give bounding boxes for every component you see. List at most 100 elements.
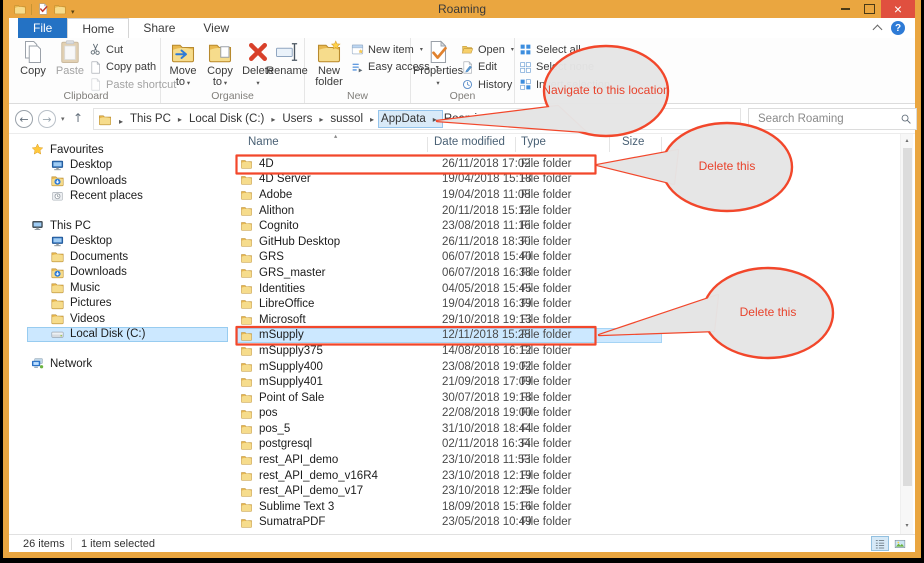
column-header-type[interactable]: Type <box>521 136 616 152</box>
file-row[interactable]: Point of Sale 30/07/2018 19:18 File fold… <box>237 390 662 406</box>
forward-button[interactable] <box>38 110 56 128</box>
file-row[interactable]: Alithon 20/11/2018 15:12 File folder <box>237 203 662 219</box>
paste-button[interactable]: Paste <box>51 40 89 90</box>
details-view-button[interactable] <box>871 536 889 551</box>
file-row[interactable]: pos 22/08/2018 19:00 File folder <box>237 406 662 422</box>
file-row[interactable]: Microsoft 29/10/2018 19:13 File folder <box>237 312 662 328</box>
sidebar-item[interactable]: Downloads <box>9 265 232 281</box>
sidebar-item[interactable]: Music <box>9 280 232 296</box>
items-count: 26 items <box>23 538 65 550</box>
copy-to-button[interactable]: Copy to <box>202 40 238 90</box>
file-rows: 4D 26/11/2018 17:02 File folder 4D Serve… <box>237 156 662 534</box>
sidebar-item-icon <box>51 174 64 187</box>
sidebar-item-icon <box>51 281 64 294</box>
close-button[interactable] <box>881 0 915 18</box>
rename-button[interactable]: Rename <box>267 40 307 90</box>
maximize-button[interactable] <box>857 0 881 18</box>
open-button[interactable]: Open <box>461 43 514 56</box>
ribbon-group-new: New folder New item Easy access New <box>305 38 411 103</box>
breadcrumb-item[interactable]: sussol <box>328 111 379 127</box>
vertical-scrollbar[interactable] <box>900 134 913 534</box>
properties-button[interactable]: Properties <box>417 40 459 90</box>
file-row[interactable]: Adobe 19/04/2018 11:08 File folder <box>237 187 662 203</box>
file-row[interactable]: pos_5 31/10/2018 18:44 File folder <box>237 421 662 437</box>
column-header-size[interactable]: Size <box>616 136 662 152</box>
sidebar-item[interactable] <box>9 342 232 356</box>
move-to-icon <box>170 40 196 64</box>
navigation-pane: Favourites Desktop Downloads Recent plac… <box>9 134 232 534</box>
breadcrumb-item[interactable]: This PC <box>128 111 187 127</box>
sidebar-item[interactable]: Downloads <box>9 173 232 189</box>
sidebar-item[interactable]: Network <box>9 356 232 372</box>
file-row[interactable]: 4D 26/11/2018 17:02 File folder <box>237 156 662 172</box>
chevron-right-icon <box>266 113 280 125</box>
help-icon[interactable] <box>891 21 905 35</box>
file-row[interactable]: Sublime Text 3 18/09/2018 15:16 File fol… <box>237 499 662 515</box>
invert-selection-button[interactable]: Invert selection <box>519 78 610 91</box>
breadcrumb-item[interactable]: Users <box>280 111 328 127</box>
explorer-window: Roaming File Home Share <box>3 0 921 558</box>
search-icon[interactable] <box>900 113 912 125</box>
sidebar-item[interactable]: Documents <box>9 249 232 265</box>
group-label-new: New <box>305 90 410 102</box>
column-header-date-modified[interactable]: Date modified <box>434 136 521 152</box>
sidebar-item[interactable]: Desktop <box>9 234 232 250</box>
breadcrumb-item[interactable]: Roaming <box>442 111 506 127</box>
sidebar-item[interactable]: Desktop <box>9 158 232 174</box>
sidebar-item[interactable]: Recent places <box>9 189 232 205</box>
sidebar-item[interactable]: Local Disk (C:) <box>9 327 232 343</box>
file-row[interactable]: SumatraPDF 23/05/2018 10:49 File folder <box>237 515 662 531</box>
thumbnail-view-button[interactable] <box>891 536 909 551</box>
folder-icon <box>240 174 253 186</box>
file-row[interactable]: LibreOffice 19/04/2018 16:39 File folder <box>237 296 662 312</box>
file-row[interactable]: mSupply375 14/08/2018 16:12 File folder <box>237 343 662 359</box>
ribbon-tab[interactable]: Share <box>129 18 189 38</box>
minimize-button[interactable] <box>833 0 857 18</box>
file-row[interactable]: mSupply 12/11/2018 15:28 File folder <box>237 328 662 344</box>
status-bar: 26 items 1 item selected <box>9 534 915 552</box>
select-all-button[interactable]: Select all <box>519 43 610 56</box>
chevron-right-icon <box>314 113 328 125</box>
file-row[interactable]: rest_API_demo 23/10/2018 11:53 File fold… <box>237 452 662 468</box>
file-row[interactable]: 4D Server 19/04/2018 15:18 File folder <box>237 172 662 188</box>
ribbon-tab[interactable]: View <box>189 18 243 38</box>
sidebar-item[interactable]: Favourites <box>9 142 232 158</box>
copy-button[interactable]: Copy <box>14 40 52 90</box>
sidebar-item[interactable]: Videos <box>9 311 232 327</box>
scroll-up-icon[interactable] <box>901 134 913 147</box>
file-row[interactable]: postgresql 02/11/2018 16:34 File folder <box>237 437 662 453</box>
recent-locations-dropdown-icon[interactable] <box>61 116 65 123</box>
scroll-down-icon[interactable] <box>901 519 913 532</box>
breadcrumb[interactable]: This PC Local Disk (C:) Users su <box>93 108 741 130</box>
up-button[interactable] <box>73 112 83 124</box>
file-row[interactable]: rest_API_demo_v17 23/10/2018 12:25 File … <box>237 483 662 499</box>
file-row[interactable]: Identities 04/05/2018 15:45 File folder <box>237 281 662 297</box>
file-row[interactable]: GRS_master 06/07/2018 16:38 File folder <box>237 265 662 281</box>
sidebar-item[interactable]: This PC <box>9 218 232 234</box>
properties-icon <box>425 40 451 64</box>
file-row[interactable]: GitHub Desktop 26/11/2018 18:30 File fol… <box>237 234 662 250</box>
new-folder-icon <box>316 40 342 64</box>
select-none-icon <box>519 61 532 74</box>
breadcrumb-item[interactable]: Local Disk (C:) <box>187 111 280 127</box>
edit-button[interactable]: Edit <box>461 61 514 74</box>
scrollbar-thumb[interactable] <box>903 148 912 486</box>
select-none-button[interactable]: Select none <box>519 61 610 74</box>
move-to-button[interactable]: Move to <box>165 40 201 90</box>
collapse-ribbon-icon[interactable] <box>873 25 883 35</box>
ribbon-tab[interactable]: File <box>18 18 67 38</box>
file-row[interactable]: Cognito 23/08/2018 11:16 File folder <box>237 218 662 234</box>
file-row[interactable]: mSupply401 21/09/2018 17:09 File folder <box>237 374 662 390</box>
back-button[interactable] <box>15 110 33 128</box>
breadcrumb-item[interactable]: AppData <box>379 111 442 127</box>
file-row[interactable]: rest_API_demo_v16R4 23/10/2018 12:19 Fil… <box>237 468 662 484</box>
sidebar-item[interactable]: Pictures <box>9 296 232 312</box>
file-row[interactable]: GRS 06/07/2018 15:40 File folder <box>237 250 662 266</box>
folder-icon <box>240 423 253 435</box>
ribbon-tab[interactable]: Home <box>67 18 129 38</box>
search-input[interactable] <box>756 112 900 126</box>
sidebar-item[interactable] <box>9 204 232 218</box>
file-row[interactable]: mSupply400 23/08/2018 19:02 File folder <box>237 359 662 375</box>
column-headers: Name Date modified Type Size <box>237 136 662 152</box>
new-folder-button[interactable]: New folder <box>309 40 349 90</box>
